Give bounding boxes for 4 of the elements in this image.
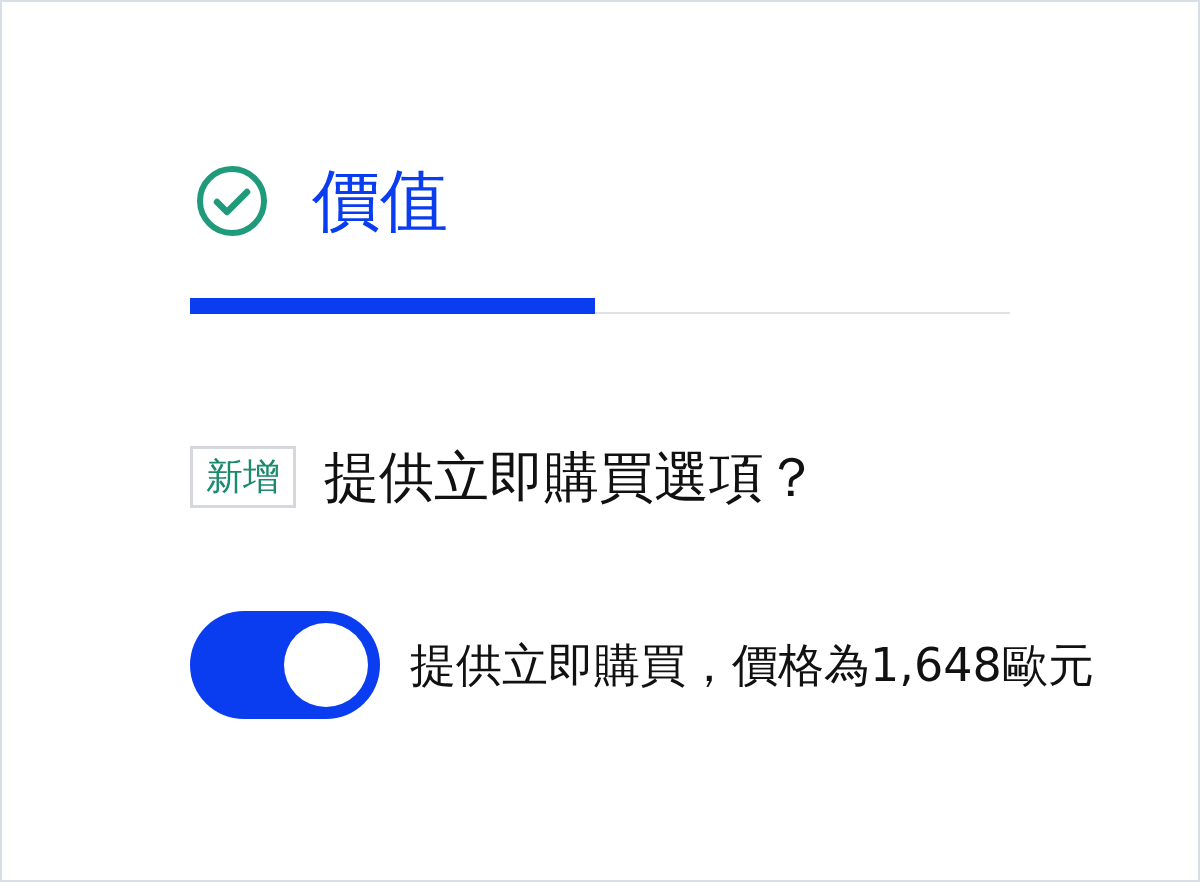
new-tag: 新增 bbox=[190, 446, 296, 509]
section-title: 價值 bbox=[312, 167, 448, 235]
toggle-label: 提供立即購買，價格為1,648歐元 bbox=[410, 637, 1094, 693]
question-text: 提供立即購買選項？ bbox=[324, 446, 819, 508]
